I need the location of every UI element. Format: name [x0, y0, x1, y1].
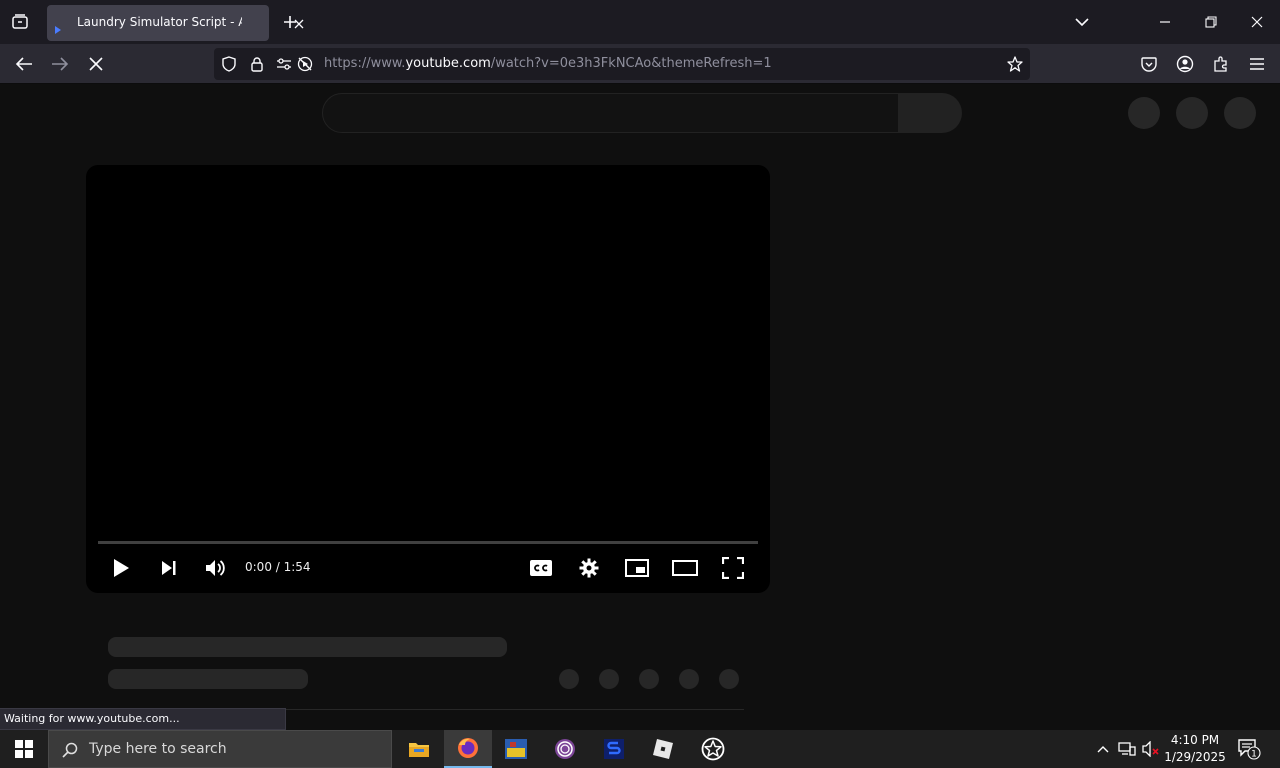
autoplay-blocked-icon[interactable] — [297, 56, 313, 72]
tab-list-icon[interactable] — [8, 10, 32, 34]
notification-center-icon[interactable]: 1 — [1236, 738, 1262, 760]
volume-muted-icon[interactable] — [1142, 740, 1160, 758]
search-button-skeleton — [898, 93, 962, 133]
page-content: 0:00 / 1:54 — [0, 85, 1280, 730]
permissions-icon[interactable] — [276, 56, 292, 72]
browser-tab-active[interactable]: Laundry Simulator Script - Auto — [47, 5, 304, 41]
play-icon[interactable] — [108, 555, 134, 581]
close-window-icon[interactable] — [1246, 12, 1268, 32]
channel-skeleton — [108, 669, 308, 689]
action-skeleton — [719, 669, 739, 689]
forward-icon[interactable] — [48, 52, 72, 76]
theater-mode-icon[interactable] — [672, 555, 698, 581]
system-clock[interactable]: 4:10 PM 1/29/2025 — [1162, 732, 1228, 766]
script-app-icon[interactable] — [590, 730, 638, 768]
progress-bar[interactable] — [98, 541, 758, 544]
network-icon[interactable] — [1118, 740, 1136, 758]
taskbar-search-placeholder: Type here to search — [89, 741, 227, 757]
avatar-skeleton — [1128, 97, 1160, 129]
restore-icon[interactable] — [1200, 12, 1222, 32]
captions-icon[interactable] — [528, 555, 554, 581]
miniplayer-icon[interactable] — [624, 555, 650, 581]
browser-tabbar: Laundry Simulator Script - Auto — [0, 0, 1280, 44]
lock-icon[interactable] — [249, 56, 265, 72]
video-player[interactable]: 0:00 / 1:54 — [86, 165, 770, 593]
chevron-up-icon[interactable] — [1094, 740, 1112, 758]
search-icon — [61, 741, 79, 759]
bookmark-star-icon[interactable] — [1007, 56, 1023, 72]
shield-icon[interactable] — [221, 56, 237, 72]
screen: Laundry Simulator Script - Auto — [0, 0, 1280, 768]
tab-title: Laundry Simulator Script - Auto — [77, 15, 242, 29]
fullscreen-icon[interactable] — [720, 555, 746, 581]
new-tab-icon[interactable] — [279, 11, 301, 33]
volume-icon[interactable] — [203, 555, 229, 581]
file-explorer-icon[interactable] — [395, 730, 443, 768]
action-skeleton — [559, 669, 579, 689]
minimize-icon[interactable] — [1154, 12, 1176, 32]
pocket-icon[interactable] — [1139, 54, 1159, 74]
avatar-skeleton — [1224, 97, 1256, 129]
windows-start-icon[interactable] — [0, 730, 48, 768]
taskbar: Type here to search 4:10 PM 1/29/2025 1 — [0, 730, 1280, 768]
account-icon[interactable] — [1175, 54, 1195, 74]
back-icon[interactable] — [12, 52, 36, 76]
roblox-studio-icon[interactable] — [689, 730, 737, 768]
clock-time: 4:10 PM — [1170, 733, 1220, 747]
time-display: 0:00 / 1:54 — [245, 560, 311, 574]
tor-browser-icon[interactable] — [541, 730, 589, 768]
search-skeleton — [322, 93, 900, 133]
url-bar[interactable]: https://www.youtube.com/watch?v=0e3h3FkN… — [214, 48, 1030, 80]
title-skeleton — [108, 637, 507, 657]
action-skeleton — [639, 669, 659, 689]
browser-navbar: https://www.youtube.com/watch?v=0e3h3FkN… — [0, 44, 1280, 84]
firefox-icon[interactable] — [444, 730, 492, 768]
settings-gear-icon[interactable] — [576, 555, 602, 581]
stop-loading-icon[interactable] — [84, 52, 108, 76]
action-skeleton — [679, 669, 699, 689]
chevron-down-icon[interactable] — [1072, 12, 1092, 32]
action-skeleton — [599, 669, 619, 689]
status-panel: Waiting for www.youtube.com... — [0, 708, 286, 730]
avatar-skeleton — [1176, 97, 1208, 129]
clock-date: 1/29/2025 — [1164, 750, 1226, 764]
taskbar-search-box[interactable]: Type here to search — [48, 730, 392, 768]
url-text: https://www.youtube.com/watch?v=0e3h3FkN… — [324, 56, 772, 71]
menu-icon[interactable] — [1247, 54, 1267, 74]
roblox-icon[interactable] — [639, 730, 687, 768]
next-icon[interactable] — [156, 555, 182, 581]
notification-count: 1 — [1251, 750, 1257, 760]
extensions-icon[interactable] — [1211, 54, 1231, 74]
loading-favicon-icon — [55, 19, 61, 34]
game-app-icon[interactable] — [492, 730, 540, 768]
